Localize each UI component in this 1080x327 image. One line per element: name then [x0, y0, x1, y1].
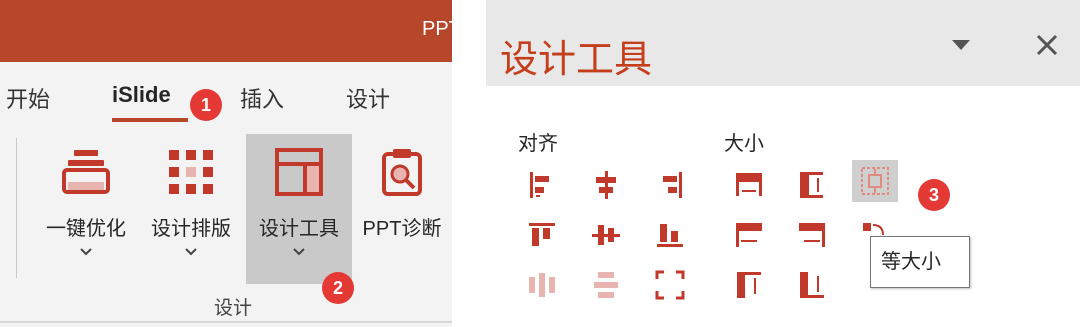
chevron-down-icon	[80, 248, 92, 256]
distribute-horizontal-button[interactable]	[519, 264, 565, 306]
button-label: 设计排版	[151, 218, 231, 240]
align-left-button[interactable]	[519, 164, 565, 206]
grid-icon	[169, 150, 213, 194]
button-label: 一键优化	[46, 218, 126, 240]
align-top-icon	[529, 223, 555, 246]
min-height-button[interactable]	[726, 264, 772, 306]
pane-header: 设计工具	[486, 0, 1080, 86]
step-badge-3: 3	[918, 179, 950, 211]
align-right-button[interactable]	[647, 164, 693, 206]
tab-design[interactable]: 设计	[346, 82, 390, 114]
ribbon-group-label: 设计	[214, 298, 253, 319]
ribbon-body: 一键优化 设计排版 设计工具 PPT诊断 设计	[0, 128, 452, 327]
design-tools-pane: 设计工具 对齐 大小 等大小 3	[486, 0, 1080, 327]
align-bottom-button[interactable]	[647, 214, 693, 256]
width-down-icon	[736, 223, 762, 247]
tab-islide[interactable]: iSlide	[112, 82, 171, 108]
step-badge-2: 2	[322, 272, 354, 304]
button-label: PPT诊断	[362, 218, 442, 240]
height-down-icon	[737, 272, 761, 298]
size-section-label: 大小	[724, 133, 764, 155]
ribbon-bottom-border	[0, 321, 452, 323]
align-center-icon	[596, 171, 616, 199]
chevron-down-icon	[185, 248, 197, 256]
tab-home[interactable]: 开始	[6, 82, 50, 114]
stack-icon	[62, 150, 110, 194]
align-left-icon	[530, 172, 549, 198]
same-width-icon	[736, 173, 762, 196]
same-size-tooltip: 等大小	[870, 236, 970, 288]
ribbon-separator	[16, 138, 17, 278]
clipboard-search-icon	[382, 149, 422, 196]
active-tab-indicator	[112, 118, 188, 122]
align-middle-button[interactable]	[583, 214, 629, 256]
min-width-button[interactable]	[726, 214, 772, 256]
corners-icon	[655, 270, 685, 300]
distribute-vertical-button[interactable]	[583, 264, 629, 306]
button-label: 设计工具	[259, 218, 339, 240]
same-width-button[interactable]	[726, 164, 772, 206]
app-title: PPT	[422, 18, 452, 40]
same-size-icon	[861, 167, 889, 195]
tab-insert[interactable]: 插入	[240, 82, 284, 114]
pane-title: 设计工具	[500, 39, 653, 81]
distribute-vertical-icon	[594, 272, 618, 298]
one-click-optimize-button[interactable]: 一键优化	[38, 134, 134, 284]
panel-gap	[452, 0, 486, 327]
distribute-horizontal-icon	[529, 273, 555, 297]
align-middle-icon	[592, 225, 620, 245]
max-width-button[interactable]	[789, 214, 835, 256]
chevron-down-icon	[293, 248, 305, 256]
align-bottom-icon	[657, 224, 683, 247]
align-top-button[interactable]	[519, 214, 565, 256]
height-up-icon	[800, 272, 824, 298]
align-center-horizontal-button[interactable]	[583, 164, 629, 206]
close-icon[interactable]	[1034, 32, 1060, 58]
design-layout-button[interactable]: 设计排版	[142, 134, 240, 284]
fit-to-slide-button[interactable]	[647, 264, 693, 306]
align-section-label: 对齐	[518, 133, 558, 155]
design-tools-button[interactable]: 设计工具	[246, 134, 352, 284]
ribbon-tabs: 开始 iSlide 插入 设计	[0, 62, 452, 128]
title-bar: PPT	[0, 0, 452, 62]
ppt-diagnosis-button[interactable]: PPT诊断	[354, 134, 450, 284]
step-badge-1: 1	[190, 89, 222, 121]
same-height-icon	[800, 172, 823, 198]
max-height-button[interactable]	[789, 264, 835, 306]
pane-options-dropdown-icon[interactable]	[950, 38, 972, 52]
width-up-icon	[799, 223, 825, 247]
align-right-icon	[663, 172, 682, 198]
ribbon-panel: PPT 开始 iSlide 插入 设计 一键优化	[0, 0, 452, 327]
same-size-button[interactable]	[852, 160, 898, 202]
layout-icon	[275, 148, 323, 196]
same-height-button[interactable]	[789, 164, 835, 206]
